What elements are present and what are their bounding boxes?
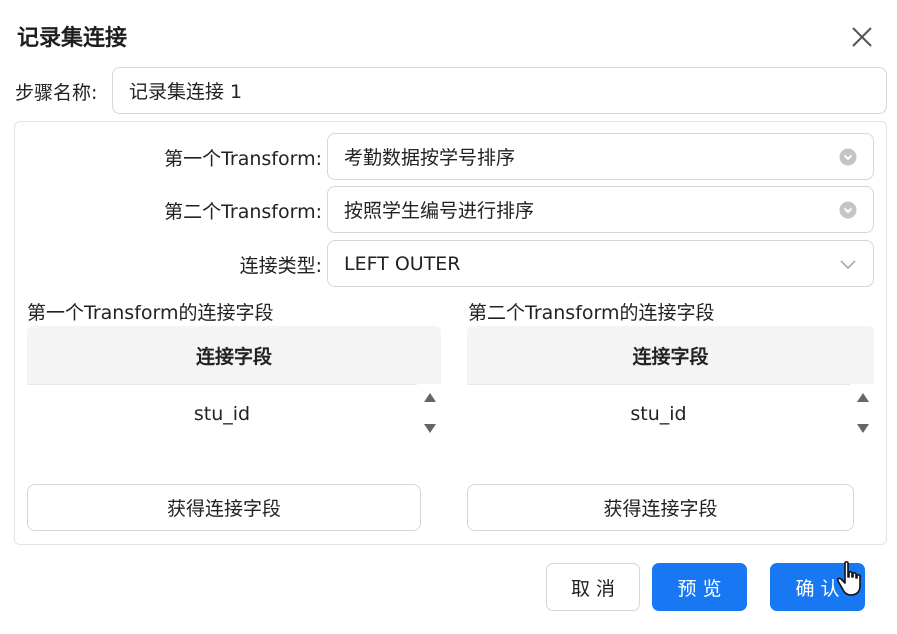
cancel-button[interactable]: 取消 — [546, 563, 640, 611]
first-transform-value: 考勤数据按学号排序 — [344, 147, 516, 169]
close-button[interactable] — [848, 23, 876, 51]
table-header: 连接字段 — [467, 326, 874, 384]
table-header: 连接字段 — [27, 326, 441, 384]
scroll-up-icon[interactable] — [422, 391, 438, 405]
first-transform-fields-title: 第一个Transform的连接字段 — [27, 302, 274, 324]
step-name-label: 步骤名称: — [15, 82, 98, 104]
join-recordset-dialog: 记录集连接 步骤名称: 第一个Transform: 考勤数据按学号排序 第二个T… — [0, 0, 897, 634]
chevron-circle-down-icon — [839, 148, 857, 165]
dialog-title: 记录集连接 — [17, 26, 128, 51]
second-transform-fields-title: 第二个Transform的连接字段 — [468, 302, 715, 324]
join-type-label: 连接类型: — [239, 255, 322, 277]
scroll-up-icon[interactable] — [855, 391, 871, 405]
get-first-fields-button[interactable]: 获得连接字段 — [27, 484, 421, 531]
step-name-input[interactable] — [112, 67, 887, 114]
preview-button[interactable]: 预览 — [652, 563, 747, 611]
scroll-down-icon[interactable] — [422, 421, 438, 435]
scroll-down-icon[interactable] — [855, 421, 871, 435]
join-type-value: LEFT OUTER — [344, 252, 461, 275]
second-fields-table: 连接字段 stu_id — [467, 326, 874, 442]
first-transform-label: 第一个Transform: — [164, 148, 322, 170]
close-icon — [852, 27, 872, 47]
second-transform-value: 按照学生编号进行排序 — [344, 200, 535, 222]
first-fields-table: 连接字段 stu_id — [27, 326, 441, 442]
first-transform-select[interactable]: 考勤数据按学号排序 — [327, 133, 874, 180]
join-type-select[interactable]: LEFT OUTER — [327, 240, 874, 287]
chevron-circle-down-icon — [839, 201, 857, 218]
confirm-button[interactable]: 确认 — [770, 563, 865, 611]
get-second-fields-button[interactable]: 获得连接字段 — [467, 484, 854, 531]
second-transform-label: 第二个Transform: — [164, 201, 322, 223]
second-transform-select[interactable]: 按照学生编号进行排序 — [327, 186, 874, 233]
table-row[interactable]: stu_id — [467, 384, 850, 442]
table-row[interactable]: stu_id — [27, 384, 417, 442]
chevron-down-icon — [840, 259, 856, 269]
